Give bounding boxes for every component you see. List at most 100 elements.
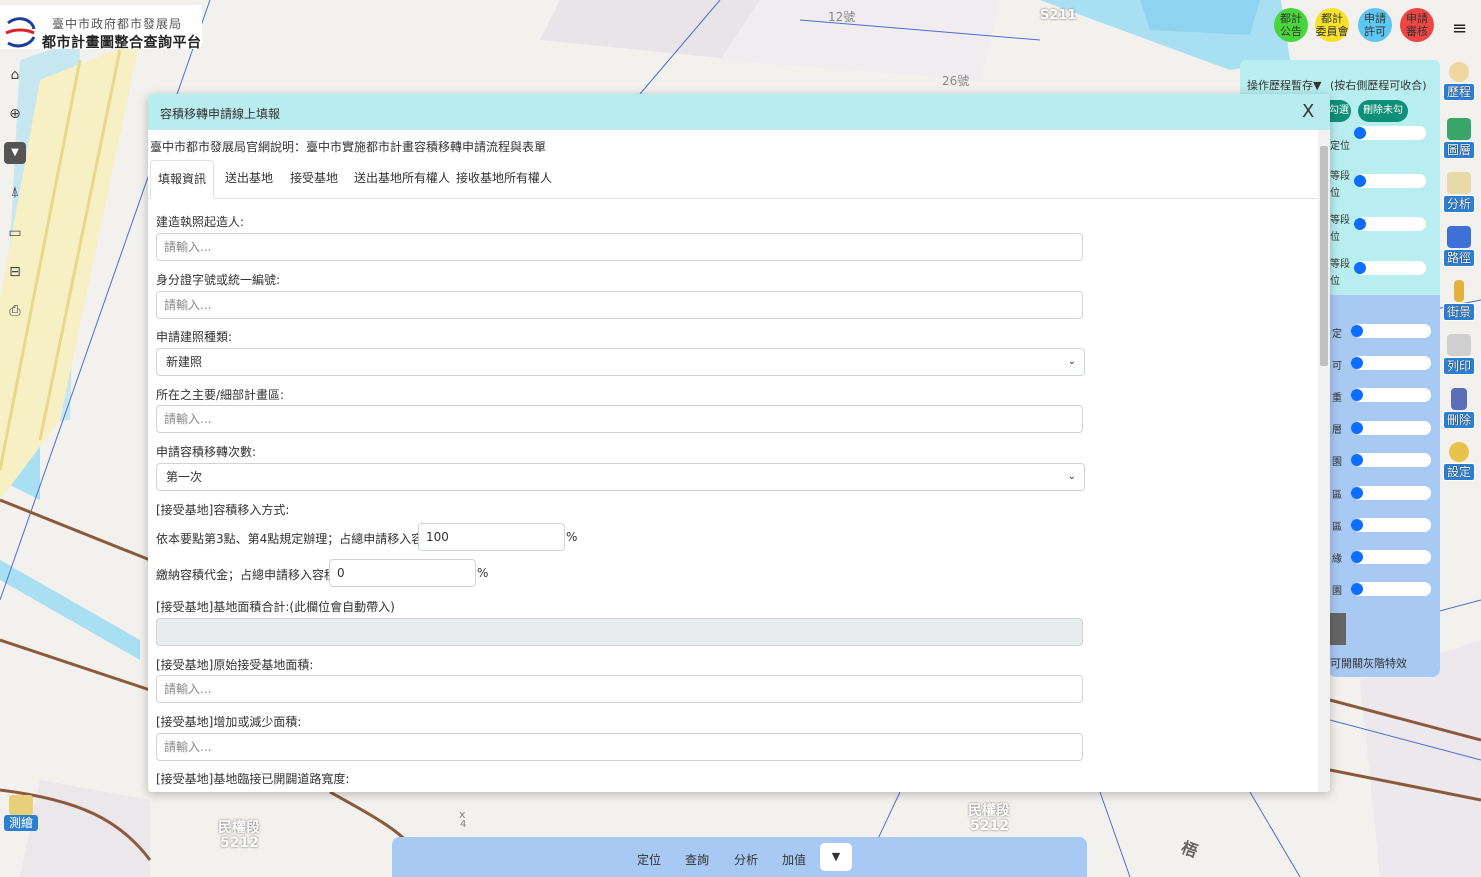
- planning-committee-button[interactable]: 都計 委員會: [1315, 8, 1349, 42]
- clock-icon: [1449, 62, 1469, 82]
- field-label: 建造執照起造人:: [156, 215, 245, 229]
- field-label: [接受基地]容積移入方式:: [156, 503, 290, 517]
- history-tool[interactable]: 歷程: [1443, 62, 1475, 106]
- field-label: 所在之主要/細部計畫區:: [156, 388, 285, 402]
- history-hint: (按右側歷程可收合): [1330, 79, 1427, 92]
- logo-icon: [5, 17, 36, 48]
- dialog-title: 容積移轉申請線上填報: [160, 107, 281, 121]
- tool-label: 圖層: [1443, 141, 1475, 159]
- builder-name-input[interactable]: 請輸入...: [156, 233, 1083, 261]
- layer-row: 緣: [1332, 554, 1342, 565]
- survey-draw-button[interactable]: 測繪: [4, 795, 38, 837]
- plan-area-input[interactable]: 請輸入...: [156, 405, 1083, 433]
- tool-label: 設定: [1443, 463, 1475, 481]
- history-row: 位: [1330, 188, 1340, 199]
- bottom-value-added-button[interactable]: 加值: [782, 851, 806, 868]
- layer-toggle[interactable]: [1351, 518, 1431, 532]
- tab-receiving-owner[interactable]: 接收基地所有權人: [456, 160, 552, 197]
- platform-title: 都市計畫圖整合查詢平台: [42, 35, 202, 51]
- history-title[interactable]: 操作歷程暫存▼: [1247, 77, 1321, 93]
- chevron-down-icon[interactable]: ▼: [820, 843, 852, 871]
- bottom-toolbar: 定位 查詢 分析 加值 ▼: [392, 837, 1087, 877]
- bus-icon: [1447, 226, 1471, 248]
- analysis-icon: [1447, 172, 1471, 194]
- layer-toggle[interactable]: [1351, 582, 1431, 596]
- payment-ratio-input[interactable]: 0: [329, 559, 476, 587]
- ruler-icon[interactable]: ▭: [4, 222, 26, 244]
- scrollbar-thumb[interactable]: [1320, 146, 1328, 366]
- layer-toggle[interactable]: [1351, 421, 1431, 435]
- printer-icon: [1447, 334, 1471, 356]
- map-label: 5212: [970, 818, 1009, 834]
- tab-receiving-site[interactable]: 接受基地: [290, 160, 338, 197]
- dialog-scrollbar[interactable]: [1318, 130, 1330, 792]
- field-label: [接受基地]基地臨接已開闢道路寬度:: [156, 772, 350, 786]
- layer-toggle[interactable]: [1351, 486, 1431, 500]
- tab-sending-owner[interactable]: 送出基地所有權人: [354, 160, 450, 197]
- layer-row: 園: [1332, 586, 1342, 597]
- permit-type-select[interactable]: 新建照 ⌄: [156, 348, 1085, 376]
- history-delete-unchecked-button[interactable]: 刪除未勾: [1358, 100, 1408, 122]
- total-area-readonly: [156, 618, 1083, 646]
- layer-toggle[interactable]: [1351, 453, 1431, 467]
- layer-row: 可: [1332, 361, 1342, 372]
- percent-unit: %: [566, 530, 578, 544]
- dropdown-icon[interactable]: ▼: [4, 142, 26, 164]
- layers-tool[interactable]: 圖層: [1443, 118, 1475, 162]
- map-label: 26號: [942, 74, 970, 88]
- measure-area-icon[interactable]: ⊟: [4, 261, 26, 283]
- home-icon[interactable]: ⌂: [4, 64, 26, 86]
- route-tool[interactable]: 路徑: [1443, 226, 1475, 270]
- history-toggle[interactable]: [1354, 174, 1426, 188]
- print-icon[interactable]: ⎙: [4, 300, 26, 322]
- gray-toggle-block[interactable]: [1330, 613, 1346, 645]
- history-row: 等段: [1330, 259, 1350, 270]
- layer-toggle[interactable]: [1351, 388, 1431, 402]
- layer-row: 定: [1332, 329, 1342, 340]
- button-line: 審核: [1406, 25, 1428, 38]
- print-tool[interactable]: 列印: [1443, 334, 1475, 378]
- bottom-analysis-button[interactable]: 分析: [734, 851, 758, 868]
- area-change-input[interactable]: 請輸入...: [156, 733, 1083, 761]
- field-label: [接受基地]原始接受基地面積:: [156, 658, 314, 672]
- header-logo-box[interactable]: 臺中市政府都市發展局 都市計畫圖整合查詢平台: [0, 5, 202, 51]
- history-toggle[interactable]: [1354, 261, 1426, 275]
- tab-sending-site[interactable]: 送出基地: [225, 160, 273, 197]
- layer-toggle[interactable]: [1351, 356, 1431, 370]
- layer-row: 區: [1332, 490, 1342, 501]
- tool-label: 分析: [1443, 195, 1475, 213]
- official-notice-link[interactable]: 臺中市都市發展局官網說明：臺中市實施都市計畫容積移轉申請流程與表單: [150, 138, 546, 155]
- analysis-tool[interactable]: 分析: [1443, 172, 1475, 216]
- button-line: 許可: [1364, 25, 1386, 38]
- compass-icon[interactable]: ⍋: [4, 181, 26, 203]
- settings-tool[interactable]: 設定: [1443, 442, 1475, 486]
- map-label: 民權段: [218, 820, 260, 836]
- streetview-tool[interactable]: 街景: [1443, 280, 1475, 324]
- bottom-query-button[interactable]: 查詢: [685, 851, 709, 868]
- layer-toggle[interactable]: [1351, 324, 1431, 338]
- button-line: 都計: [1280, 12, 1302, 25]
- transfer-ratio-input[interactable]: 100: [418, 523, 565, 551]
- tool-label: 測繪: [4, 815, 38, 831]
- id-number-input[interactable]: 請輸入...: [156, 291, 1083, 319]
- history-toggle[interactable]: [1354, 126, 1426, 140]
- select-value: 第一次: [166, 470, 203, 484]
- layer-toggle[interactable]: [1351, 550, 1431, 564]
- transfer-count-select[interactable]: 第一次 ⌄: [156, 463, 1085, 491]
- history-row: 定位: [1330, 141, 1350, 152]
- apply-review-button[interactable]: 申請 審核: [1400, 8, 1434, 42]
- tab-fill-info[interactable]: 填報資訊: [150, 160, 214, 199]
- button-line: 申請: [1406, 12, 1428, 25]
- bottom-locate-button[interactable]: 定位: [637, 851, 661, 868]
- history-toggle[interactable]: [1354, 217, 1426, 231]
- button-line: 申請: [1364, 12, 1386, 25]
- history-check-button[interactable]: 勾選: [1329, 100, 1351, 122]
- original-area-input[interactable]: 請輸入...: [156, 675, 1083, 703]
- delete-tool[interactable]: 刪除: [1443, 388, 1475, 432]
- select-value: 新建照: [166, 355, 203, 369]
- apply-permit-button[interactable]: 申請 許可: [1358, 8, 1392, 42]
- close-icon[interactable]: X: [1302, 101, 1314, 122]
- planning-notice-button[interactable]: 都計 公告: [1274, 8, 1308, 42]
- locate-icon[interactable]: ⊕: [4, 103, 26, 125]
- hamburger-menu-icon[interactable]: ≡: [1452, 18, 1467, 39]
